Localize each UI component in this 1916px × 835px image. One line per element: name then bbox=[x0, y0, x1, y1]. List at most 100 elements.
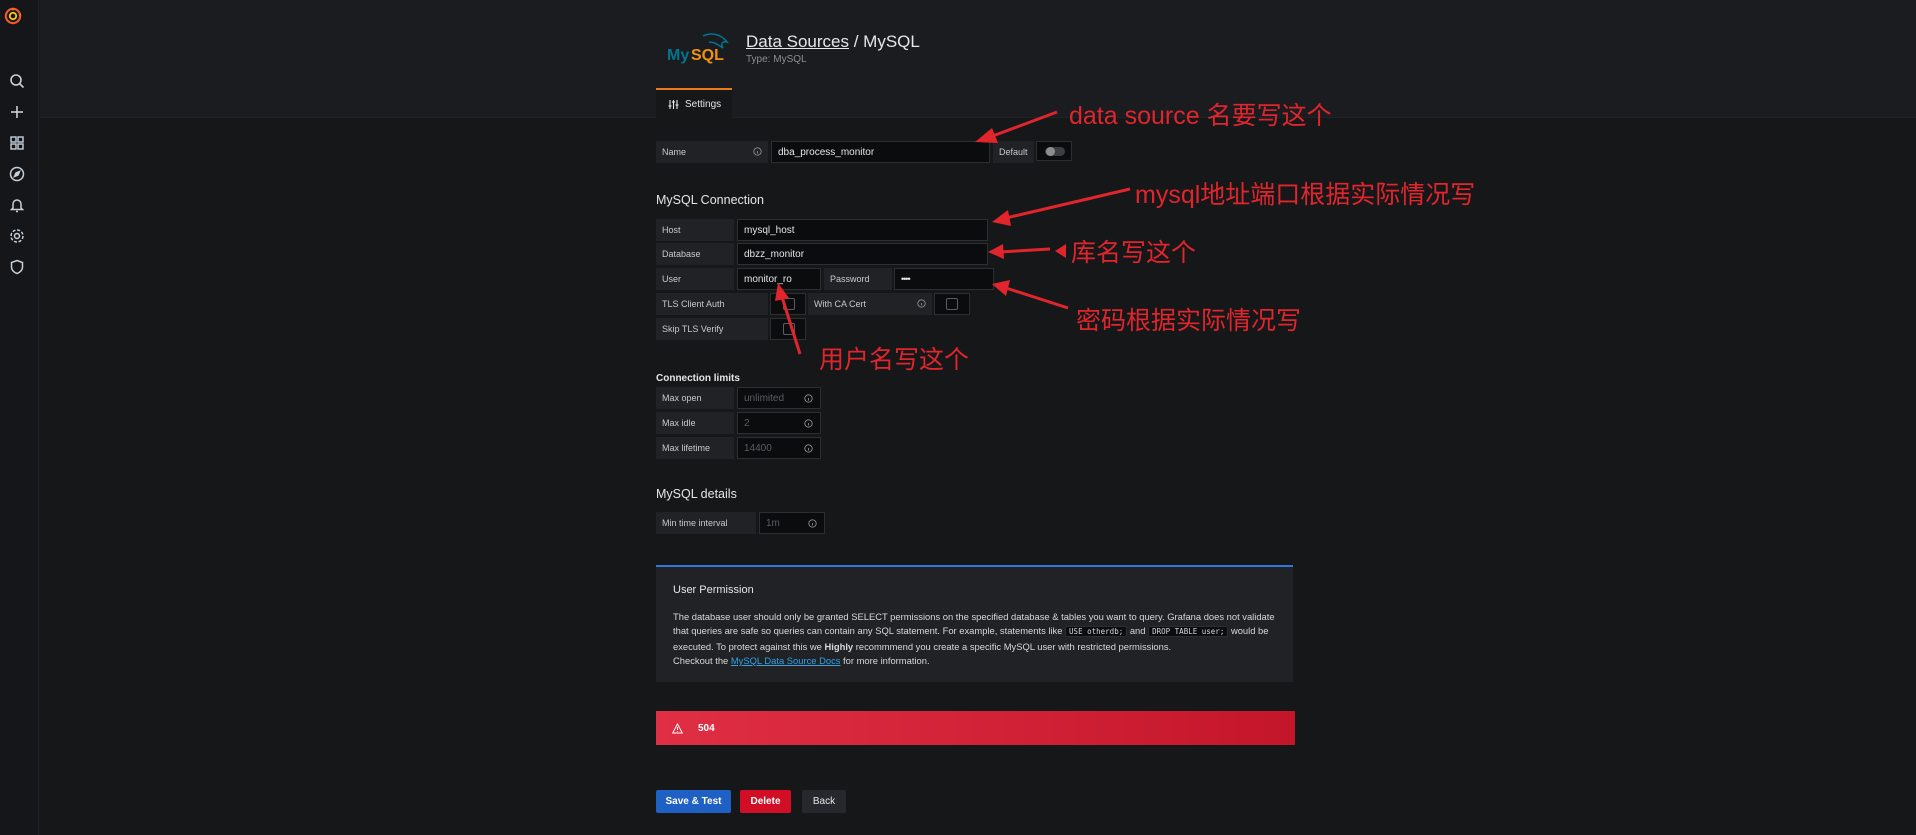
connection-section-title: MySQL Connection bbox=[656, 193, 764, 207]
name-label: Name bbox=[656, 141, 768, 163]
max-lifetime-label: Max lifetime bbox=[656, 437, 734, 459]
error-message: 504 bbox=[698, 722, 715, 734]
page-header-band bbox=[40, 0, 1916, 118]
tls-client-auth-label: TLS Client Auth bbox=[656, 293, 768, 315]
permission-highly: Highly bbox=[824, 640, 854, 652]
min-time-interval-label-text: Min time interval bbox=[662, 518, 728, 528]
page-title-text: MySQL bbox=[863, 32, 920, 51]
arrow-password bbox=[1005, 286, 1069, 310]
svg-text:My: My bbox=[667, 47, 689, 64]
max-idle-label-text: Max idle bbox=[662, 418, 696, 428]
host-input[interactable]: mysql_host bbox=[737, 219, 988, 241]
annotation-password: 密码根据实际情况写 bbox=[1076, 307, 1302, 335]
tls-client-auth-label-text: TLS Client Auth bbox=[662, 299, 725, 309]
default-label-text: Default bbox=[999, 147, 1028, 157]
arrowhead-host bbox=[992, 210, 1011, 226]
tls-client-auth-checkbox-wrap bbox=[770, 293, 806, 315]
toggle-knob bbox=[1046, 147, 1055, 156]
arrowhead-database-small bbox=[1055, 244, 1066, 258]
tab-settings[interactable]: Settings bbox=[656, 88, 732, 118]
code-use-otherdb: USE otherdb; bbox=[1065, 626, 1128, 638]
max-lifetime-placeholder: 14400 bbox=[744, 442, 772, 454]
database-label-text: Database bbox=[662, 249, 701, 259]
info-icon[interactable] bbox=[917, 299, 926, 308]
dashboards-icon[interactable] bbox=[7, 133, 27, 153]
user-label: User bbox=[656, 268, 734, 290]
sidebar bbox=[0, 0, 39, 835]
annotation-user: 用户名写这个 bbox=[819, 346, 970, 374]
password-input[interactable]: •••• bbox=[894, 268, 994, 290]
max-open-label: Max open bbox=[656, 387, 734, 409]
database-input-value: dbzz_monitor bbox=[744, 248, 805, 260]
arrowhead-database bbox=[988, 244, 1004, 259]
save-test-button[interactable]: Save & Test bbox=[656, 790, 731, 813]
explore-icon[interactable] bbox=[7, 164, 27, 184]
user-label-text: User bbox=[662, 274, 682, 284]
database-input[interactable]: dbzz_monitor bbox=[737, 243, 988, 265]
breadcrumb-data-sources-link[interactable]: Data Sources bbox=[746, 32, 849, 51]
info-icon[interactable] bbox=[804, 444, 813, 453]
details-section-title: MySQL details bbox=[656, 487, 737, 501]
alerting-icon[interactable] bbox=[7, 195, 27, 215]
with-ca-cert-label: With CA Cert bbox=[808, 293, 932, 315]
user-permission-callout: User Permission The database user should… bbox=[656, 565, 1293, 682]
page-title: Data Sources / MySQL bbox=[746, 32, 920, 52]
min-time-interval-placeholder: 1m bbox=[766, 517, 780, 529]
with-ca-cert-checkbox[interactable] bbox=[946, 298, 958, 310]
host-input-value: mysql_host bbox=[744, 224, 795, 236]
info-icon[interactable] bbox=[753, 147, 762, 156]
grafana-logo[interactable] bbox=[3, 6, 31, 34]
max-idle-input[interactable]: 2 bbox=[737, 412, 821, 434]
arrow-database bbox=[999, 247, 1051, 254]
delete-button[interactable]: Delete bbox=[740, 790, 791, 813]
max-lifetime-label-text: Max lifetime bbox=[662, 443, 711, 453]
max-open-input[interactable]: unlimited bbox=[737, 387, 821, 409]
arrow-host bbox=[1005, 187, 1131, 220]
shield-icon[interactable] bbox=[7, 257, 27, 277]
configuration-icon[interactable] bbox=[7, 226, 27, 246]
mysql-docs-link[interactable]: MySQL Data Source Docs bbox=[731, 655, 841, 666]
permission-text-3: recommmend you create a specific MySQL u… bbox=[853, 640, 1172, 652]
skip-tls-verify-label: Skip TLS Verify bbox=[656, 318, 768, 340]
min-time-interval-label: Min time interval bbox=[656, 512, 756, 534]
plus-icon[interactable] bbox=[7, 102, 27, 122]
max-open-label-text: Max open bbox=[662, 393, 702, 403]
info-icon[interactable] bbox=[804, 419, 813, 428]
permission-text-4: for more information. bbox=[840, 654, 930, 666]
password-label-text: Password bbox=[830, 274, 870, 284]
permission-checkout: Checkout the bbox=[673, 654, 731, 666]
host-label: Host bbox=[656, 219, 734, 241]
tls-client-auth-checkbox[interactable] bbox=[783, 298, 795, 310]
breadcrumb-separator: / bbox=[849, 32, 864, 51]
max-lifetime-input[interactable]: 14400 bbox=[737, 437, 821, 459]
default-toggle[interactable] bbox=[1036, 141, 1072, 161]
tab-settings-label: Settings bbox=[685, 98, 722, 110]
search-icon[interactable] bbox=[7, 71, 27, 91]
settings-sliders-icon bbox=[668, 99, 679, 109]
name-label-text: Name bbox=[662, 147, 687, 157]
name-input-value: dba_process_monitor bbox=[778, 146, 875, 158]
max-idle-placeholder: 2 bbox=[744, 417, 750, 429]
max-open-placeholder: unlimited bbox=[744, 392, 785, 404]
min-time-interval-input[interactable]: 1m bbox=[759, 512, 825, 534]
permission-and: and bbox=[1127, 625, 1149, 637]
with-ca-cert-label-text: With CA Cert bbox=[814, 299, 867, 309]
back-button[interactable]: Back bbox=[802, 790, 846, 813]
info-icon[interactable] bbox=[808, 519, 817, 528]
skip-tls-verify-checkbox-wrap bbox=[770, 318, 806, 340]
user-input[interactable]: monitor_ro bbox=[737, 268, 821, 290]
annotation-database: 库名写这个 bbox=[1071, 239, 1197, 267]
max-idle-label: Max idle bbox=[656, 412, 734, 434]
code-drop-table: DROP TABLE user; bbox=[1148, 626, 1229, 638]
user-permission-title: User Permission bbox=[673, 584, 754, 596]
page-subtitle: Type: MySQL bbox=[746, 54, 807, 65]
annotation-host: mysql地址端口根据实际情况写 bbox=[1135, 181, 1476, 209]
user-permission-text: The database user should only be granted… bbox=[673, 610, 1283, 668]
annotation-name: data source 名要写这个 bbox=[1069, 102, 1332, 130]
user-input-value: monitor_ro bbox=[744, 273, 792, 285]
error-alert: 504 bbox=[656, 711, 1295, 745]
name-input[interactable]: dba_process_monitor bbox=[771, 141, 990, 163]
info-icon[interactable] bbox=[804, 394, 813, 403]
with-ca-cert-checkbox-wrap bbox=[934, 293, 970, 315]
skip-tls-verify-checkbox[interactable] bbox=[783, 323, 795, 335]
